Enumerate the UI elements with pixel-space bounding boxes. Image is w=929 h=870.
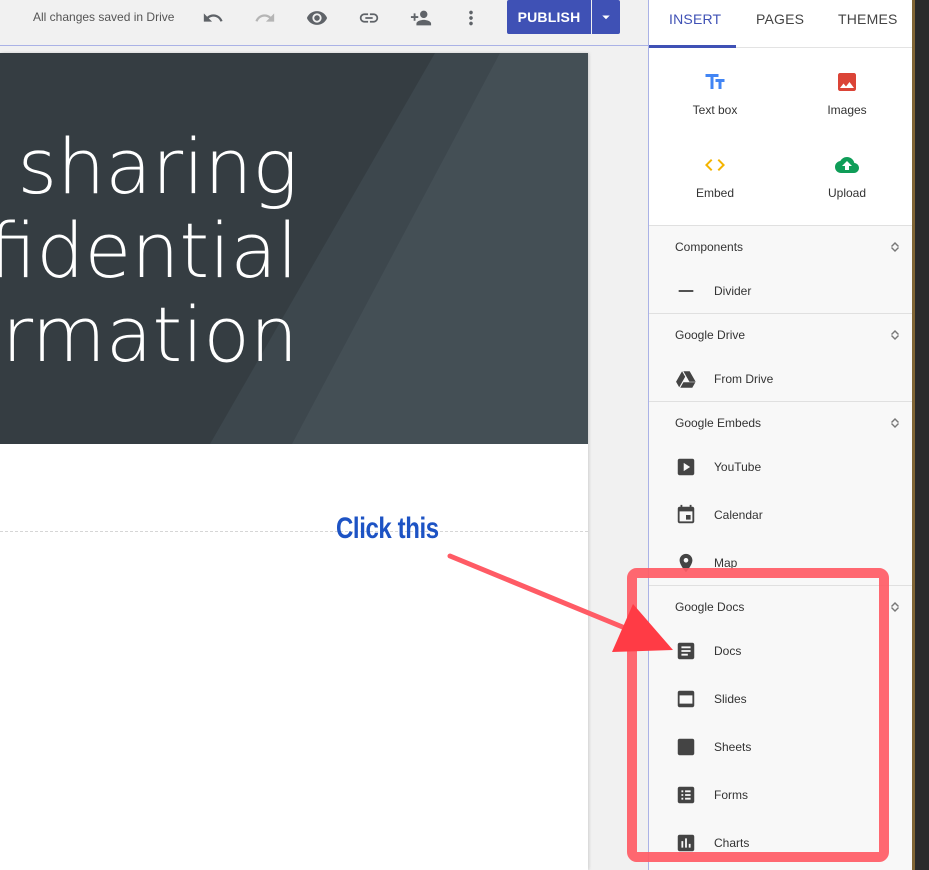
hero-title-line: rmation bbox=[1, 290, 298, 379]
section-title: Google Embeds bbox=[675, 416, 762, 430]
panel-tabs: INSERT PAGES THEMES bbox=[649, 0, 913, 48]
drive-icon bbox=[676, 371, 696, 388]
insert-youtube[interactable]: YouTube bbox=[649, 452, 913, 484]
collapse-icon[interactable] bbox=[888, 415, 902, 431]
section-divider bbox=[0, 531, 588, 532]
collapse-icon[interactable] bbox=[888, 327, 902, 343]
share-icon[interactable] bbox=[406, 4, 436, 32]
link-icon[interactable] bbox=[354, 4, 384, 32]
divider-icon bbox=[678, 290, 694, 292]
image-icon bbox=[838, 73, 856, 91]
collapse-icon[interactable] bbox=[888, 599, 902, 615]
section-components: Components Divider bbox=[649, 225, 913, 313]
hero-title[interactable]: sharing fidential rmation bbox=[0, 125, 298, 377]
text-box-icon bbox=[705, 74, 725, 89]
redo-icon[interactable] bbox=[250, 4, 280, 32]
window-edge bbox=[912, 0, 929, 870]
insert-text-box[interactable]: Text box bbox=[649, 70, 781, 117]
insert-from-drive[interactable]: From Drive bbox=[649, 364, 913, 396]
active-tab-indicator bbox=[649, 45, 736, 48]
collapse-icon[interactable] bbox=[888, 239, 902, 255]
tab-pages[interactable]: PAGES bbox=[756, 11, 804, 27]
youtube-icon bbox=[677, 458, 695, 476]
tab-insert[interactable]: INSERT bbox=[669, 11, 721, 27]
section-title: Google Drive bbox=[675, 328, 746, 342]
caret-down-icon bbox=[602, 15, 610, 20]
insert-label: Upload bbox=[827, 186, 867, 200]
top-toolbar: All changes saved in Drive PUBLISH bbox=[0, 0, 648, 46]
item-label: Calendar bbox=[714, 508, 763, 522]
preview-icon[interactable] bbox=[302, 4, 332, 32]
calendar-icon bbox=[677, 504, 695, 524]
upload-icon bbox=[835, 157, 859, 173]
item-label: Divider bbox=[714, 284, 752, 298]
section-title: Components bbox=[675, 240, 744, 254]
hero-banner[interactable]: sharing fidential rmation bbox=[0, 53, 588, 444]
tab-themes[interactable]: THEMES bbox=[838, 11, 898, 27]
insert-label: Text box bbox=[692, 103, 738, 117]
publish-options-button[interactable] bbox=[592, 0, 620, 34]
more-icon[interactable] bbox=[456, 4, 486, 32]
site-page: sharing fidential rmation bbox=[0, 53, 588, 870]
section-google-embeds: Google Embeds YouTube Calendar Map bbox=[649, 401, 913, 585]
insert-images[interactable]: Images bbox=[781, 70, 913, 117]
insert-label: Images bbox=[827, 103, 867, 117]
hero-title-line: sharing bbox=[17, 122, 298, 211]
annotation-label: Click this bbox=[336, 512, 439, 545]
hero-title-line: fidential bbox=[0, 206, 298, 295]
insert-divider[interactable]: Divider bbox=[649, 276, 913, 308]
editor-canvas: sharing fidential rmation bbox=[0, 47, 648, 870]
section-google-drive: Google Drive From Drive bbox=[649, 313, 913, 401]
embed-icon bbox=[705, 159, 725, 171]
save-status: All changes saved in Drive bbox=[33, 10, 175, 24]
highlight-box bbox=[627, 568, 889, 862]
insert-embed[interactable]: Embed bbox=[649, 153, 781, 200]
item-label: YouTube bbox=[714, 460, 762, 474]
insert-upload[interactable]: Upload bbox=[781, 153, 913, 200]
sites-editor: All changes saved in Drive PUBLISH shari… bbox=[0, 0, 929, 870]
insert-label: Embed bbox=[695, 186, 735, 200]
item-label: From Drive bbox=[714, 372, 774, 386]
publish-button[interactable]: PUBLISH bbox=[507, 0, 591, 34]
insert-calendar[interactable]: Calendar bbox=[649, 500, 913, 532]
undo-icon[interactable] bbox=[198, 4, 228, 32]
